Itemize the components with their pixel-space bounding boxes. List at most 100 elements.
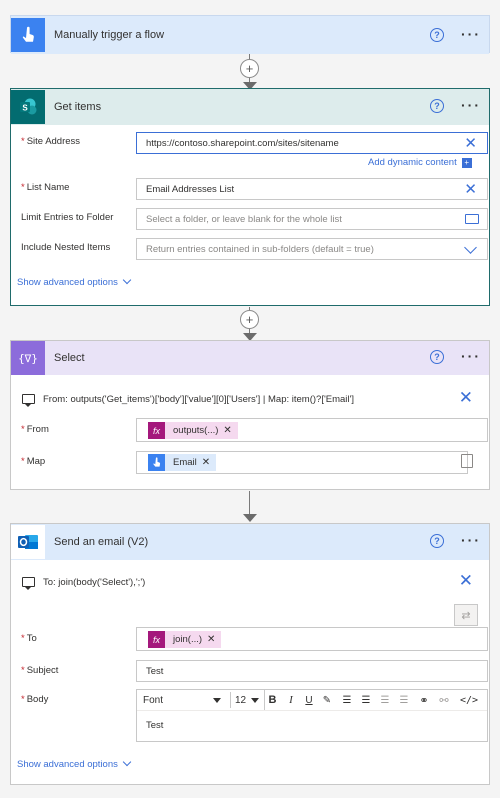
from-label: * From <box>21 424 49 435</box>
send-email-card: Send an email (V2) ? ··· To: join(body('… <box>10 523 490 785</box>
get-items-header[interactable]: S Get items ? ··· <box>11 89 489 125</box>
arrow-down-icon <box>243 514 257 522</box>
limit-folder-label: Limit Entries to Folder <box>21 212 114 223</box>
underline-button[interactable]: U <box>302 690 316 710</box>
chevron-down-icon <box>122 275 132 285</box>
nested-items-dropdown[interactable]: Return entries contained in sub-folders … <box>136 238 488 260</box>
fx-icon: fx <box>148 422 165 439</box>
email-token-text: Email <box>173 457 197 468</box>
fx-token-text: join(...) <box>173 634 203 645</box>
get-items-title: Get items <box>54 101 102 113</box>
add-icon: + <box>461 158 472 168</box>
swap-icon[interactable]: ⇄ <box>454 604 478 626</box>
decrease-indent-icon[interactable]: ☰ <box>377 690 393 710</box>
fx-token-text: outputs(...) <box>173 425 219 436</box>
add-step-icon[interactable]: + <box>240 310 259 329</box>
site-address-value: https://contoso.sharepoint.com/sites/sit… <box>146 137 339 149</box>
subject-value: Test <box>146 665 164 677</box>
to-label: * To <box>21 633 37 644</box>
close-comment-icon[interactable]: ✕ <box>459 572 473 589</box>
show-advanced-options-link[interactable]: Show advanced options <box>17 275 132 288</box>
italic-button[interactable]: I <box>284 690 298 710</box>
body-editor[interactable]: Font 12 B I U ✎ ☰ ☰ ☰ ☰ ⚭ ⚯ </> Test <box>136 689 488 742</box>
font-size-value: 12 <box>235 694 247 706</box>
site-address-label: * Site Address <box>21 136 81 147</box>
unlink-icon[interactable]: ⚯ <box>436 690 452 710</box>
list-name-value: Email Addresses List <box>146 183 235 195</box>
hand-tap-icon <box>22 26 34 42</box>
add-step-icon[interactable]: + <box>240 59 259 78</box>
hand-tap-icon <box>148 454 165 471</box>
select-icon-box: {∇} <box>11 341 45 375</box>
increase-indent-icon[interactable]: ☰ <box>396 690 412 710</box>
select-card: {∇} Select ? ··· From: outputs('Get_item… <box>10 340 490 490</box>
chevron-down-icon <box>464 241 477 254</box>
font-value: Font <box>143 694 164 706</box>
show-advanced-options-link[interactable]: Show advanced options <box>17 757 132 770</box>
highlight-icon[interactable]: ✎ <box>320 690 334 710</box>
more-options-icon[interactable]: ··· <box>461 97 481 113</box>
comment-icon <box>22 577 35 590</box>
site-address-input[interactable]: https://contoso.sharepoint.com/sites/sit… <box>136 132 488 154</box>
add-dynamic-content-link[interactable]: Add dynamic content + <box>368 157 472 168</box>
trigger-card[interactable]: Manually trigger a flow ? ··· <box>10 15 490 54</box>
trigger-title: Manually trigger a flow <box>54 29 165 41</box>
switch-map-mode-icon[interactable] <box>461 454 473 468</box>
close-comment-icon[interactable]: ✕ <box>459 389 473 406</box>
remove-token-icon[interactable]: ✕ <box>223 422 237 439</box>
comment-icon <box>22 394 35 407</box>
send-email-title: Send an email (V2) <box>54 536 149 548</box>
bullet-list-icon[interactable]: ☰ <box>339 690 355 710</box>
code-view-icon[interactable]: </> <box>457 690 481 710</box>
from-input[interactable]: fx outputs(...) ✕ <box>136 418 488 442</box>
sharepoint-icon: S <box>20 98 37 115</box>
help-icon[interactable]: ? <box>430 350 444 364</box>
nested-items-placeholder: Return entries contained in sub-folders … <box>146 243 374 255</box>
help-icon[interactable]: ? <box>430 99 444 113</box>
more-options-icon[interactable]: ··· <box>461 26 481 42</box>
trigger-icon-box <box>11 18 45 52</box>
svg-text:S: S <box>22 104 28 113</box>
map-input[interactable]: Email ✕ <box>136 451 468 474</box>
fx-token[interactable]: fx outputs(...) ✕ <box>148 422 238 439</box>
nested-items-label: Include Nested Items <box>21 242 111 253</box>
caret-down-icon <box>213 698 221 703</box>
select-comment: From: outputs('Get_items')['body']['valu… <box>43 394 354 405</box>
sharepoint-icon-box: S <box>11 90 45 124</box>
font-size-dropdown[interactable]: 12 <box>230 692 260 708</box>
email-token[interactable]: Email ✕ <box>148 454 217 471</box>
select-title: Select <box>54 352 85 364</box>
numbered-list-icon[interactable]: ☰ <box>358 690 374 710</box>
bold-button[interactable]: B <box>264 690 280 710</box>
data-operation-icon: {∇} <box>18 351 38 365</box>
trigger-header[interactable]: Manually trigger a flow ? ··· <box>11 16 489 54</box>
send-email-header[interactable]: Send an email (V2) ? ··· <box>11 524 489 560</box>
help-icon[interactable]: ? <box>430 534 444 548</box>
more-options-icon[interactable]: ··· <box>461 348 481 364</box>
rich-text-toolbar: Font 12 B I U ✎ ☰ ☰ ☰ ☰ ⚭ ⚯ </> <box>137 690 487 711</box>
more-options-icon[interactable]: ··· <box>461 532 481 548</box>
limit-folder-input[interactable]: Select a folder, or leave blank for the … <box>136 208 488 230</box>
clear-icon[interactable]: ✕ <box>464 136 477 151</box>
list-name-input[interactable]: Email Addresses List ✕ <box>136 178 488 200</box>
clear-icon[interactable]: ✕ <box>464 182 477 197</box>
limit-folder-placeholder: Select a folder, or leave blank for the … <box>146 213 342 225</box>
select-header[interactable]: {∇} Select ? ··· <box>11 341 489 375</box>
outlook-icon-box <box>11 525 45 559</box>
map-label: * Map <box>21 456 46 467</box>
list-name-label: * List Name <box>21 182 70 193</box>
remove-token-icon[interactable]: ✕ <box>202 454 216 471</box>
to-input[interactable]: fx join(...) ✕ <box>136 627 488 651</box>
fx-token[interactable]: fx join(...) ✕ <box>148 631 222 648</box>
subject-input[interactable]: Test <box>136 660 488 682</box>
subject-label: * Subject <box>21 665 59 676</box>
font-dropdown[interactable]: Font <box>143 692 225 708</box>
folder-icon[interactable] <box>465 214 479 224</box>
body-label: * Body <box>21 694 49 705</box>
help-icon[interactable]: ? <box>430 28 444 42</box>
fx-icon: fx <box>148 631 165 648</box>
caret-down-icon <box>251 698 259 703</box>
remove-token-icon[interactable]: ✕ <box>207 631 221 648</box>
chevron-down-icon <box>122 757 132 767</box>
link-icon[interactable]: ⚭ <box>416 690 432 710</box>
